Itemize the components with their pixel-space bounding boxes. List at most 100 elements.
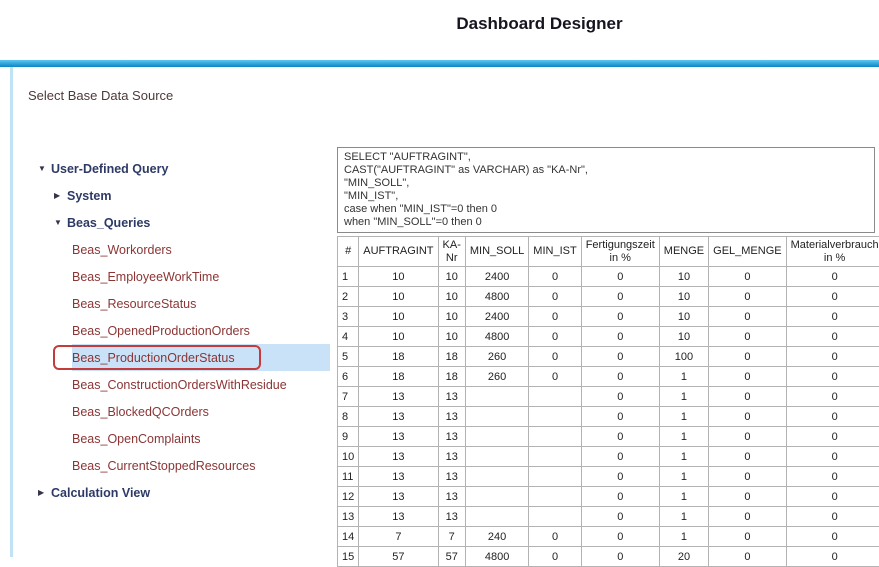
data-cell: 0: [709, 507, 786, 527]
data-cell: 0: [529, 327, 581, 347]
data-cell: 13: [438, 467, 465, 487]
chevron-down-icon[interactable]: ▼: [54, 218, 67, 227]
data-cell: 13: [438, 447, 465, 467]
table-row: 210104800001000: [338, 287, 879, 307]
data-cell: 0: [709, 447, 786, 467]
tree-item-Beas_Queries[interactable]: ▼Beas_Queries: [54, 209, 330, 236]
data-cell: [465, 467, 528, 487]
column-header-AUFTRAGINT: AUFTRAGINT: [359, 237, 438, 267]
data-cell: 0: [581, 407, 659, 427]
data-cell: 10: [359, 307, 438, 327]
tree-item-label: Calculation View: [51, 486, 150, 500]
data-cell: 13: [359, 427, 438, 447]
tree-item-label: System: [67, 189, 111, 203]
data-cell: 0: [786, 267, 879, 287]
tree-item-Beas_ResourceStatus[interactable]: Beas_ResourceStatus: [72, 290, 330, 317]
column-header-MENGE: MENGE: [659, 237, 708, 267]
data-table: #AUFTRAGINTKA-NrMIN_SOLLMIN_ISTFertigung…: [337, 236, 879, 567]
preview-grid-container: #AUFTRAGINTKA-NrMIN_SOLLMIN_ISTFertigung…: [337, 236, 879, 567]
data-cell: 0: [581, 427, 659, 447]
row-number-cell: 5: [338, 347, 359, 367]
table-row: 147724000100: [338, 527, 879, 547]
table-row: 1313130100: [338, 507, 879, 527]
data-cell: 13: [359, 447, 438, 467]
data-cell: 18: [359, 347, 438, 367]
data-cell: 0: [529, 287, 581, 307]
table-row: 1013130100: [338, 447, 879, 467]
column-header-MIN_SOLL: MIN_SOLL: [465, 237, 528, 267]
row-number-cell: 8: [338, 407, 359, 427]
tree-item-Beas_BlockedQCOrders[interactable]: Beas_BlockedQCOrders: [72, 398, 330, 425]
data-cell: 0: [709, 287, 786, 307]
chevron-down-icon[interactable]: ▼: [38, 164, 51, 173]
tree-item-Calculation View[interactable]: ▶Calculation View: [38, 479, 330, 506]
data-cell: 1: [659, 467, 708, 487]
data-cell: 240: [465, 527, 528, 547]
data-cell: 100: [659, 347, 708, 367]
data-cell: 0: [581, 367, 659, 387]
data-cell: 13: [438, 487, 465, 507]
data-cell: 0: [786, 367, 879, 387]
tree-item-Beas_OpenComplaints[interactable]: Beas_OpenComplaints: [72, 425, 330, 452]
data-cell: 0: [581, 327, 659, 347]
data-cell: 0: [581, 447, 659, 467]
sql-preview[interactable]: SELECT "AUFTRAGINT", CAST("AUFTRAGINT" a…: [337, 147, 875, 233]
data-cell: [465, 447, 528, 467]
tree-item-label: Beas_EmployeeWorkTime: [72, 270, 219, 284]
data-cell: 1: [659, 427, 708, 447]
tree-item-label: Beas_ResourceStatus: [72, 297, 196, 311]
data-cell: 0: [709, 427, 786, 447]
row-number-cell: 1: [338, 267, 359, 287]
data-cell: 0: [709, 527, 786, 547]
row-number-cell: 3: [338, 307, 359, 327]
tree-item-Beas_ConstructionOrdersWithResidue[interactable]: Beas_ConstructionOrdersWithResidue: [72, 371, 330, 398]
data-cell: [529, 467, 581, 487]
data-cell: 0: [581, 287, 659, 307]
tree-item-User-Defined Query[interactable]: ▼User-Defined Query: [38, 155, 330, 182]
data-cell: [529, 427, 581, 447]
tree-item-label: Beas_ProductionOrderStatus: [72, 351, 235, 365]
data-cell: 0: [581, 507, 659, 527]
data-cell: [529, 387, 581, 407]
tree-item-label: Beas_OpenedProductionOrders: [72, 324, 250, 338]
tree-item-Beas_EmployeeWorkTime[interactable]: Beas_EmployeeWorkTime: [72, 263, 330, 290]
data-cell: 10: [438, 327, 465, 347]
data-cell: 13: [359, 467, 438, 487]
column-header-#: #: [338, 237, 359, 267]
data-cell: 13: [438, 507, 465, 527]
data-cell: 13: [359, 507, 438, 527]
tree-item-Beas_OpenedProductionOrders[interactable]: Beas_OpenedProductionOrders: [72, 317, 330, 344]
data-cell: 18: [438, 367, 465, 387]
source-tree: ▼User-Defined Query▶System▼Beas_QueriesB…: [30, 155, 330, 506]
tree-item-Beas_CurrentStoppedResources[interactable]: Beas_CurrentStoppedResources: [72, 452, 330, 479]
data-cell: 1: [659, 387, 708, 407]
table-row: 310102400001000: [338, 307, 879, 327]
data-cell: 0: [581, 487, 659, 507]
data-cell: 0: [786, 507, 879, 527]
row-number-cell: 9: [338, 427, 359, 447]
data-cell: 13: [359, 407, 438, 427]
data-cell: 7: [438, 527, 465, 547]
column-header-MIN_IST: MIN_IST: [529, 237, 581, 267]
data-cell: 1: [659, 507, 708, 527]
data-cell: 0: [786, 467, 879, 487]
tree-item-System[interactable]: ▶System: [54, 182, 330, 209]
tree-item-Beas_Workorders[interactable]: Beas_Workorders: [72, 236, 330, 263]
tree-item-label: Beas_OpenComplaints: [72, 432, 201, 446]
chevron-right-icon[interactable]: ▶: [38, 488, 51, 497]
table-row: 1113130100: [338, 467, 879, 487]
row-number-cell: 12: [338, 487, 359, 507]
table-header-row: #AUFTRAGINTKA-NrMIN_SOLLMIN_ISTFertigung…: [338, 237, 879, 267]
data-cell: 0: [709, 307, 786, 327]
data-cell: 0: [581, 267, 659, 287]
data-cell: [529, 447, 581, 467]
data-cell: 4800: [465, 287, 528, 307]
data-cell: 0: [581, 347, 659, 367]
data-cell: 0: [709, 407, 786, 427]
tree-item-Beas_ProductionOrderStatus[interactable]: Beas_ProductionOrderStatus: [72, 344, 330, 371]
chevron-right-icon[interactable]: ▶: [54, 191, 67, 200]
data-cell: [529, 407, 581, 427]
data-cell: 0: [786, 527, 879, 547]
data-cell: 13: [438, 427, 465, 447]
data-cell: 0: [529, 267, 581, 287]
